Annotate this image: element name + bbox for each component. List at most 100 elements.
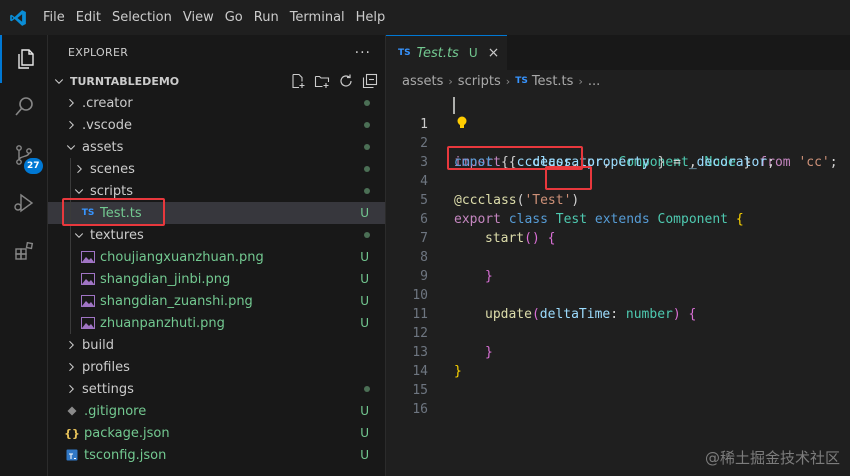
menu-view[interactable]: View xyxy=(177,0,219,35)
chevron-down-icon xyxy=(64,140,78,154)
tree-item-creator[interactable]: .creator xyxy=(48,92,385,114)
code-line: 15 xyxy=(386,362,850,398)
more-actions-button[interactable]: ··· xyxy=(355,45,371,61)
tree-item-label: package.json xyxy=(84,425,170,441)
tree-item-png[interactable]: shangdian_jinbi.png U xyxy=(48,268,385,290)
breadcrumb-scripts[interactable]: scripts xyxy=(458,74,501,89)
tree-item-label: zhuanpanzhuti.png xyxy=(100,315,225,331)
tree-item-textures[interactable]: textures xyxy=(48,224,385,246)
search-icon[interactable] xyxy=(0,83,48,131)
indent-guide xyxy=(70,246,71,268)
json-file-icon: {} xyxy=(64,426,80,440)
tree-item-png[interactable]: zhuanpanzhuti.png U xyxy=(48,312,385,334)
breadcrumb-file[interactable]: Test.ts xyxy=(532,74,574,89)
tab-untracked-status: U xyxy=(468,46,478,60)
code-line: 7 xyxy=(386,210,850,246)
tab-test-ts[interactable]: TS Test.ts U × xyxy=(386,35,508,70)
tree-item-png[interactable]: shangdian_zuanshi.png U xyxy=(48,290,385,312)
annotation-box-test-file xyxy=(62,198,165,226)
tree-item-gitignore[interactable]: .gitignore U xyxy=(48,400,385,422)
menu-go[interactable]: Go xyxy=(219,0,248,35)
tab-label: Test.ts xyxy=(416,45,459,61)
tree-item-label: build xyxy=(82,337,114,353)
tree-item-scenes[interactable]: scenes xyxy=(48,158,385,180)
tree-item-settings[interactable]: settings xyxy=(48,378,385,400)
status-dot xyxy=(364,144,370,150)
chevron-right-icon: › xyxy=(578,74,583,88)
untracked-status: U xyxy=(360,448,369,462)
tree-item-vscode[interactable]: .vscode xyxy=(48,114,385,136)
tree-item-label: scripts xyxy=(90,183,133,199)
chevron-down-icon xyxy=(52,74,66,88)
git-file-icon xyxy=(64,404,80,418)
tree-item-tsconfig-json[interactable]: tsconfig.json U xyxy=(48,444,385,466)
typescript-file-icon: TS xyxy=(398,48,411,58)
sidebar-header: EXPLORER ··· xyxy=(48,35,385,70)
new-file-icon[interactable] xyxy=(289,72,307,90)
tree-item-label: settings xyxy=(82,381,134,397)
menu-run[interactable]: Run xyxy=(248,0,284,35)
explorer-icon[interactable] xyxy=(0,35,48,83)
chevron-down-icon xyxy=(72,184,86,198)
chevron-right-icon xyxy=(64,96,78,110)
tree-item-label: choujiangxuanzhuan.png xyxy=(100,249,264,265)
status-dot xyxy=(364,386,370,392)
code-line: 14 xyxy=(386,343,850,379)
image-file-icon xyxy=(80,250,96,264)
extensions-icon[interactable] xyxy=(0,227,48,275)
chevron-right-icon xyxy=(64,338,78,352)
typescript-file-icon: TS xyxy=(515,76,528,86)
code-line: 12 } xyxy=(386,305,850,360)
watermark: @稀土掘金技术社区 xyxy=(704,449,840,467)
untracked-status: U xyxy=(360,294,369,308)
lightbulb-icon[interactable] xyxy=(456,115,468,131)
tree-item-label: scenes xyxy=(90,161,135,177)
menu-edit[interactable]: Edit xyxy=(70,0,106,35)
breadcrumb: assets › scripts › TS Test.ts › ... xyxy=(386,70,850,92)
workspace-section-header[interactable]: TURNTABLEDEMO xyxy=(48,70,385,92)
editor-tabs: TS Test.ts U × xyxy=(386,35,850,70)
chevron-right-icon xyxy=(64,382,78,396)
tree-item-label: .gitignore xyxy=(84,403,147,419)
collapse-all-icon[interactable] xyxy=(361,72,379,90)
menu-help[interactable]: Help xyxy=(350,0,391,35)
status-dot xyxy=(364,188,370,194)
code-line: 16 xyxy=(386,381,850,417)
run-debug-icon[interactable] xyxy=(0,179,48,227)
breadcrumb-symbols[interactable]: ... xyxy=(588,74,600,89)
tree-item-assets[interactable]: assets xyxy=(48,136,385,158)
refresh-icon[interactable] xyxy=(337,72,355,90)
new-folder-icon[interactable] xyxy=(313,72,331,90)
menu-file[interactable]: File xyxy=(35,0,70,35)
annotation-box-class-name xyxy=(545,166,592,190)
scm-badge: 27 xyxy=(24,158,43,174)
image-file-icon xyxy=(80,316,96,330)
code-line: 5 export class Test extends Component { xyxy=(386,172,850,227)
close-icon[interactable]: × xyxy=(488,45,500,61)
menu-selection[interactable]: Selection xyxy=(106,0,177,35)
status-dot xyxy=(364,100,370,106)
tree-item-package-json[interactable]: {} package.json U xyxy=(48,422,385,444)
code-line: 9 xyxy=(386,248,850,284)
menu-terminal[interactable]: Terminal xyxy=(284,0,350,35)
image-file-icon xyxy=(80,294,96,308)
chevron-right-icon xyxy=(64,360,78,374)
tree-item-label: shangdian_zuanshi.png xyxy=(100,293,253,309)
menu-bar: File Edit Selection View Go Run Terminal… xyxy=(0,0,850,35)
image-file-icon xyxy=(80,272,96,286)
tree-item-profiles[interactable]: profiles xyxy=(48,356,385,378)
indent-guide xyxy=(70,268,71,290)
tree-item-label: .vscode xyxy=(82,117,132,133)
indent-guide xyxy=(70,312,71,334)
vscode-logo-icon xyxy=(0,0,35,35)
breadcrumb-assets[interactable]: assets xyxy=(402,74,443,89)
tree-item-label: assets xyxy=(82,139,124,155)
code-line: 13 } xyxy=(386,324,850,379)
source-control-icon[interactable]: 27 xyxy=(0,131,48,179)
line-number: 16 xyxy=(412,402,428,417)
chevron-right-icon: › xyxy=(505,74,511,88)
tree-item-png[interactable]: choujiangxuanzhuan.png U xyxy=(48,246,385,268)
text-cursor xyxy=(453,97,455,114)
indent-guide xyxy=(70,290,71,312)
tree-item-build[interactable]: build xyxy=(48,334,385,356)
